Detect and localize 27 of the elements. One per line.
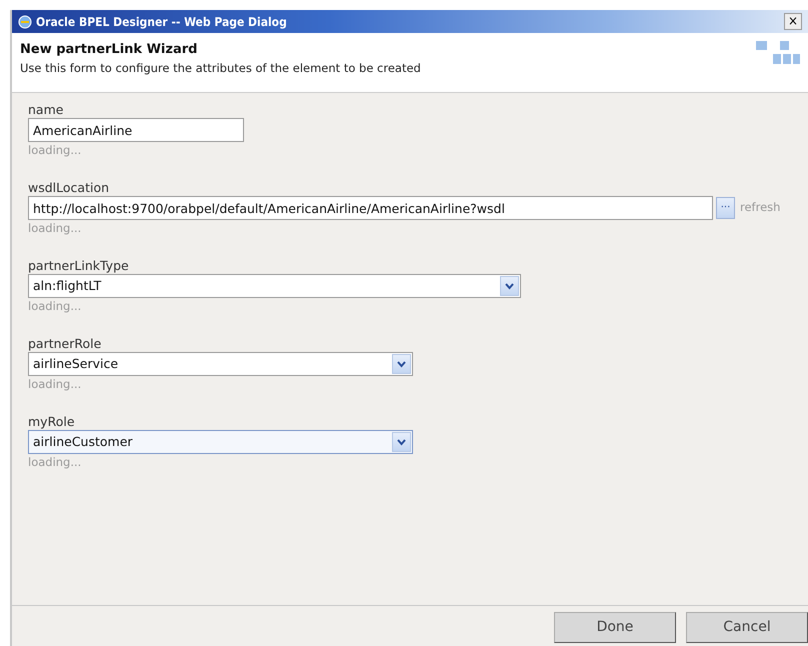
field-label: wsdlLocation [28, 179, 110, 196]
field-label: name [28, 101, 64, 118]
status-text: loading... [28, 376, 82, 393]
browse-button[interactable]: ··· [716, 197, 735, 219]
browser-icon [18, 14, 32, 28]
status-text: loading... [28, 142, 82, 159]
chevron-down-icon [397, 360, 406, 368]
wizard-description: Use this form to configure the attributes of the element to be created [20, 60, 421, 76]
close-button[interactable]: × [784, 13, 802, 30]
status-text: loading... [28, 454, 82, 471]
wizard-logo-icon [756, 40, 800, 66]
input-field[interactable]: AmericanAirline [28, 118, 244, 142]
field-label: partnerRole [28, 335, 102, 352]
dropdown[interactable]: airlineService [28, 352, 413, 376]
status-text: loading... [28, 298, 82, 315]
dropdown[interactable]: aln:flightLT [28, 274, 521, 298]
status-text: loading... [28, 220, 82, 237]
wizard-title: New partnerLink Wizard [20, 41, 198, 59]
chevron-down-icon [505, 282, 514, 290]
dropdown[interactable]: airlineCustomer [28, 430, 413, 454]
window-title: Oracle BPEL Designer -- Web Page Dialog [36, 14, 287, 30]
input-field[interactable]: http://localhost:9700/orabpel/default/AmericanAirline/AmericanAirline?wsdl [28, 196, 713, 220]
chevron-down-icon [397, 438, 406, 446]
field-label: partnerLinkType [28, 257, 130, 274]
dialog-button[interactable]: Done [554, 612, 676, 643]
dialog-button[interactable]: Cancel [686, 612, 808, 643]
field-label: myRole [28, 413, 76, 430]
